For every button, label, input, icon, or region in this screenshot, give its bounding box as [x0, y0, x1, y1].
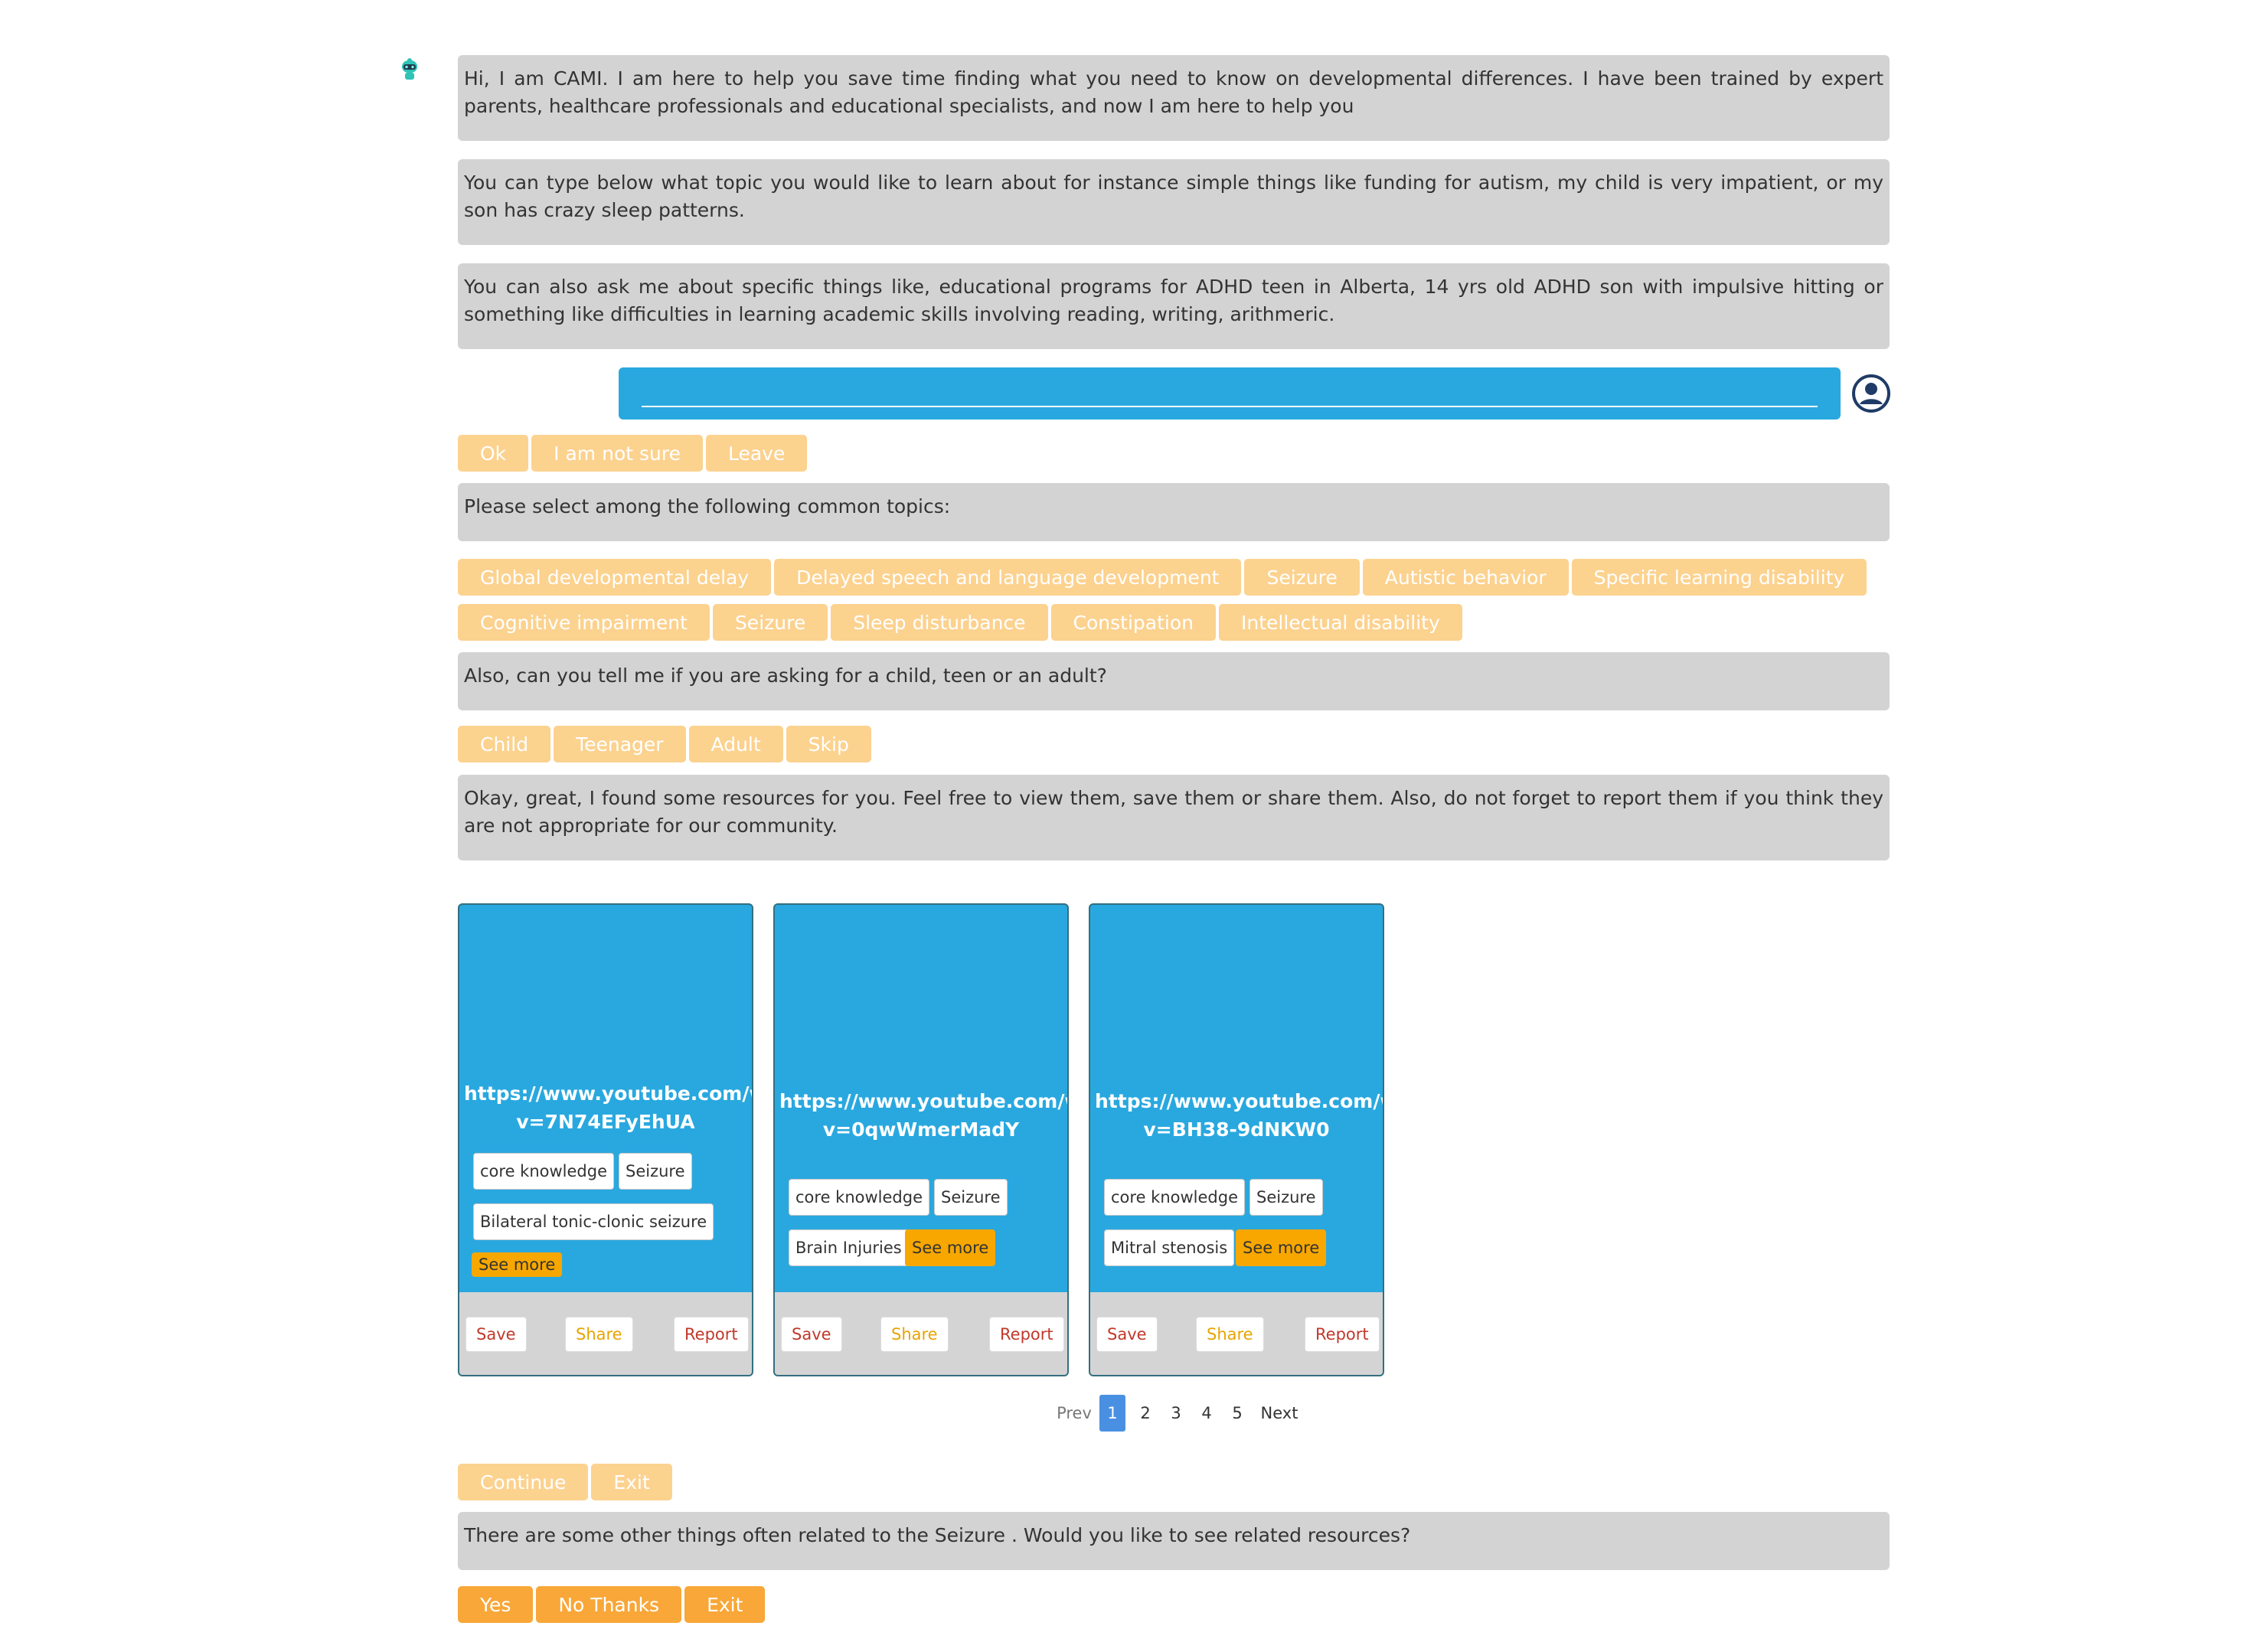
topic-delayed-speech[interactable]: Delayed speech and language development [774, 559, 1242, 596]
bot-message-topic-hint: You can type below what topic you would … [458, 159, 1890, 245]
bot-message-resources-found: Okay, great, I found some resources for … [458, 775, 1890, 860]
continue-options: Continue Exit [458, 1464, 672, 1500]
adult-button[interactable]: Adult [688, 726, 783, 762]
see-more-button[interactable]: See more [1236, 1229, 1327, 1266]
report-button[interactable]: Report [989, 1317, 1064, 1352]
resource-card[interactable]: https://www.youtube.com/wat v=BH38-9dNKW… [1089, 903, 1384, 1376]
resource-card[interactable]: https://www.youtube.com/wat v=0qwWmerMad… [773, 903, 1069, 1376]
pagination-next[interactable]: Next [1253, 1404, 1306, 1422]
topic-specific-learning-disability[interactable]: Specific learning disability [1571, 559, 1867, 596]
tag-brain-injuries[interactable]: Brain Injuries [789, 1229, 909, 1266]
tag-core-knowledge[interactable]: core knowledge [473, 1153, 614, 1190]
tag-seizure[interactable]: Seizure [619, 1153, 692, 1190]
save-button[interactable]: Save [465, 1317, 527, 1352]
topic-seizure-2[interactable]: Seizure [712, 604, 828, 641]
resource-link[interactable]: https://www.youtube.com/wat v=0qwWmerMad… [775, 1087, 1067, 1144]
see-more-button[interactable]: See more [472, 1252, 563, 1277]
topic-intellectual-disability[interactable]: Intellectual disability [1219, 604, 1462, 641]
topic-sleep-disturbance[interactable]: Sleep disturbance [831, 604, 1048, 641]
quick-replies: Ok I am not sure Leave [458, 435, 808, 472]
resource-link[interactable]: https://www.youtube.com/wat v=BH38-9dNKW… [1090, 1087, 1383, 1144]
child-button[interactable]: Child [458, 726, 551, 762]
share-button[interactable]: Share [565, 1317, 633, 1352]
continue-button[interactable]: Continue [458, 1464, 589, 1500]
pagination: Prev 1 2 3 4 5 Next [1049, 1395, 1306, 1432]
tag-seizure[interactable]: Seizure [1249, 1179, 1323, 1216]
tag-core-knowledge[interactable]: core knowledge [789, 1179, 929, 1216]
bot-message-age-question: Also, can you tell me if you are asking … [458, 652, 1890, 710]
resource-link[interactable]: https://www.youtube.com/wat v=7N74EFyEhU… [459, 1079, 752, 1136]
topic-global-developmental-delay[interactable]: Global developmental delay [458, 559, 772, 596]
exit-button-final[interactable]: Exit [684, 1586, 766, 1623]
pagination-page-3[interactable]: 3 [1161, 1395, 1191, 1432]
teenager-button[interactable]: Teenager [554, 726, 686, 762]
tag-mitral-stenosis[interactable]: Mitral stenosis [1104, 1229, 1235, 1266]
card-actions: Save Share Report [775, 1292, 1067, 1375]
pagination-prev[interactable]: Prev [1049, 1404, 1099, 1422]
pagination-page-2[interactable]: 2 [1130, 1395, 1161, 1432]
leave-button[interactable]: Leave [705, 435, 808, 472]
related-options: Yes No Thanks Exit [458, 1586, 766, 1623]
bot-message-select-topics: Please select among the following common… [458, 483, 1890, 541]
resource-card[interactable]: https://www.youtube.com/wat v=7N74EFyEhU… [458, 903, 753, 1376]
robot-icon [402, 58, 417, 80]
pagination-page-4[interactable]: 4 [1191, 1395, 1222, 1432]
save-button[interactable]: Save [1096, 1317, 1158, 1352]
share-button[interactable]: Share [1196, 1317, 1264, 1352]
user-circle-icon [1852, 374, 1890, 413]
save-button[interactable]: Save [781, 1317, 842, 1352]
topics-row-1: Global developmental delay Delayed speec… [458, 559, 1867, 596]
tag-core-knowledge[interactable]: core knowledge [1104, 1179, 1245, 1216]
skip-button[interactable]: Skip [786, 726, 871, 762]
tag-bilateral-tonic-clonic-seizure[interactable]: Bilateral tonic-clonic seizure [473, 1203, 714, 1240]
not-sure-button[interactable]: I am not sure [531, 435, 703, 472]
exit-button[interactable]: Exit [591, 1464, 672, 1500]
bot-message-intro: Hi, I am CAMI. I am here to help you sav… [458, 55, 1890, 141]
chat-input[interactable] [642, 377, 1818, 407]
card-actions: Save Share Report [1090, 1292, 1383, 1375]
yes-button[interactable]: Yes [458, 1586, 534, 1623]
topic-cognitive-impairment[interactable]: Cognitive impairment [458, 604, 710, 641]
share-button[interactable]: Share [880, 1317, 949, 1352]
topic-autistic-behavior[interactable]: Autistic behavior [1362, 559, 1569, 596]
report-button[interactable]: Report [1305, 1317, 1380, 1352]
topic-constipation[interactable]: Constipation [1050, 604, 1216, 641]
ok-button[interactable]: Ok [458, 435, 529, 472]
card-actions: Save Share Report [459, 1292, 752, 1375]
age-options: Child Teenager Adult Skip [458, 726, 871, 762]
topics-row-2: Cognitive impairment Seizure Sleep distu… [458, 604, 1462, 641]
pagination-page-1[interactable]: 1 [1099, 1395, 1125, 1432]
bot-message-specific-hint: You can also ask me about specific thing… [458, 263, 1890, 349]
see-more-button[interactable]: See more [905, 1229, 996, 1266]
topic-seizure[interactable]: Seizure [1244, 559, 1360, 596]
tag-seizure[interactable]: Seizure [934, 1179, 1008, 1216]
pagination-page-5[interactable]: 5 [1222, 1395, 1253, 1432]
bot-message-related-resources: There are some other things often relate… [458, 1512, 1890, 1570]
user-message-bubble [619, 367, 1841, 420]
report-button[interactable]: Report [674, 1317, 749, 1352]
no-thanks-button[interactable]: No Thanks [536, 1586, 682, 1623]
